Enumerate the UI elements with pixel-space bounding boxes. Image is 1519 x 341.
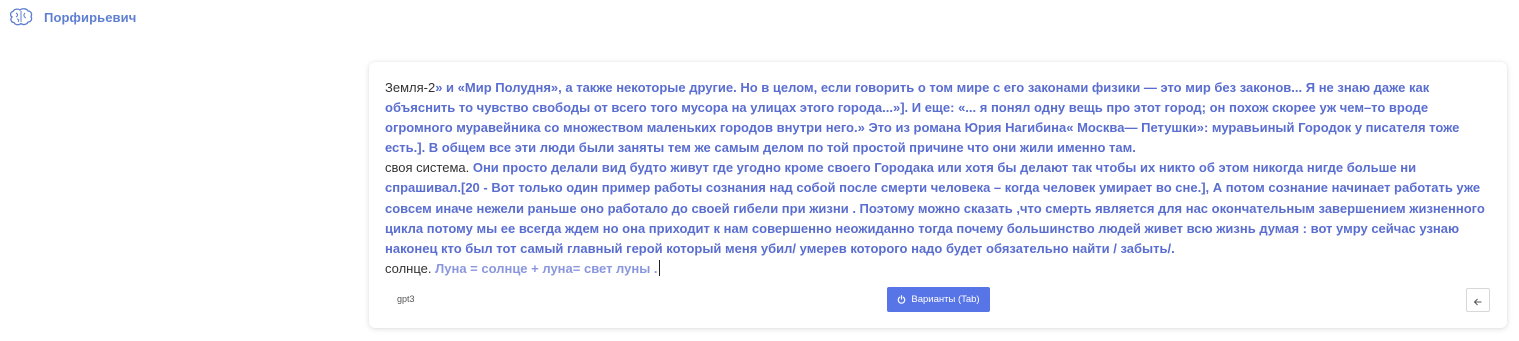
generated-text: » и «Мир Полудня», а также некоторые дру… — [385, 80, 1460, 156]
brand-title[interactable]: Порфирьевич — [44, 10, 136, 25]
app-header: Порфирьевич — [8, 6, 136, 28]
variants-button[interactable]: Варианты (Tab) — [887, 287, 990, 312]
latest-generated-text: Луна = солнце + луна= свет луны . — [431, 260, 658, 276]
brain-icon[interactable] — [8, 7, 34, 27]
generated-text: Они просто делали вид будто живут где уг… — [385, 160, 1485, 256]
user-text: своя система. — [385, 160, 470, 176]
text-caret — [658, 259, 660, 276]
editor-card: Земля-2» и «Мир Полудня», а также некото… — [369, 62, 1507, 328]
paragraph: Земля-2» и «Мир Полудня», а также некото… — [385, 78, 1493, 158]
variants-button-label: Варианты (Tab) — [911, 294, 980, 305]
text-editor[interactable]: Земля-2» и «Мир Полудня», а также некото… — [385, 78, 1493, 279]
paragraph: солнце. Луна = солнце + луна= свет луны … — [385, 259, 1493, 279]
arrow-left-icon — [1473, 295, 1483, 306]
back-button[interactable] — [1466, 288, 1490, 312]
user-text: солнце. — [385, 260, 432, 276]
paragraph: своя система. Они просто делали вид будт… — [385, 158, 1493, 258]
power-icon — [897, 295, 906, 304]
model-label: gpt3 — [397, 294, 415, 304]
user-text: Земля-2 — [385, 80, 436, 95]
